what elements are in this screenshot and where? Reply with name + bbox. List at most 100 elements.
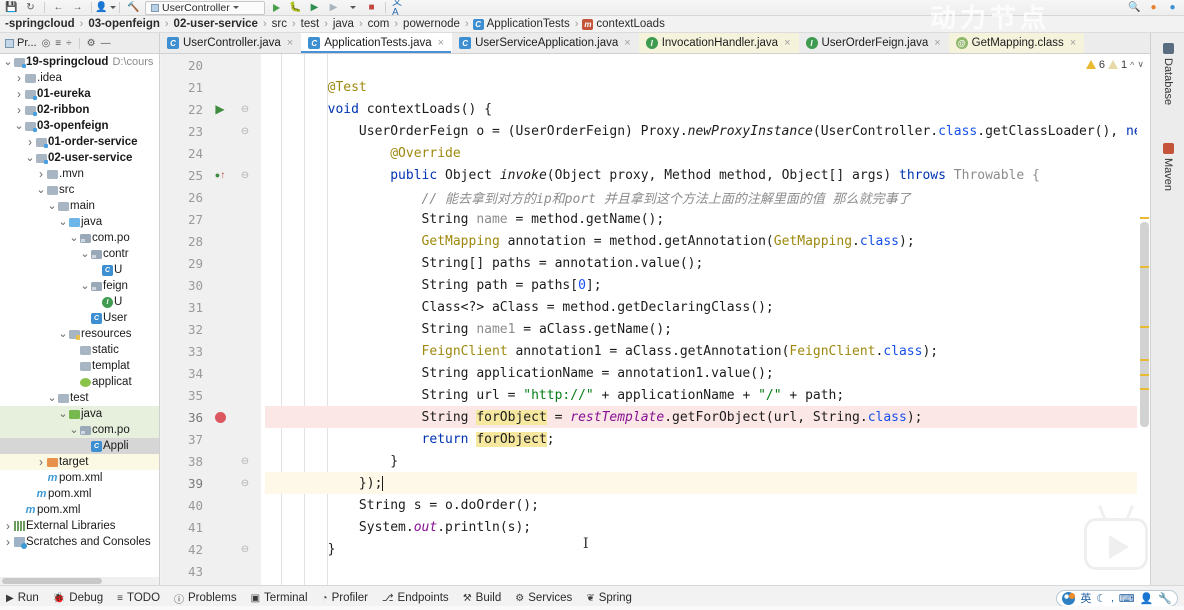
tree-node-feign[interactable]: ⌄ feign xyxy=(0,278,159,294)
breadcrumb-item-6[interactable]: com xyxy=(367,18,391,30)
tree-node-01-order-service[interactable]: › 01-order-service xyxy=(0,134,159,150)
code-fold-icon[interactable]: ⊖ xyxy=(237,120,253,142)
line-number[interactable]: 24 xyxy=(161,146,203,161)
line-number[interactable]: 34 xyxy=(161,366,203,381)
tree-node-external-libraries[interactable]: › External Libraries xyxy=(0,518,159,534)
tree-node-pom-xml[interactable]: m pom.xml xyxy=(0,486,159,502)
tree-node-test[interactable]: ⌄ test xyxy=(0,390,159,406)
line-number[interactable]: 28 xyxy=(161,234,203,249)
chevron-down-icon[interactable] xyxy=(345,1,360,15)
chevron-right-icon[interactable]: › xyxy=(36,167,46,181)
tree-node-templat[interactable]: templat xyxy=(0,358,159,374)
problem-marker[interactable] xyxy=(1140,359,1149,361)
tree-node--mvn[interactable]: › .mvn xyxy=(0,166,159,182)
line-number[interactable]: 27 xyxy=(161,212,203,227)
project-tree-panel[interactable]: ⌄ 19-springcloud D:\cours › .idea › 01-eureka ›… xyxy=(0,54,160,585)
chevron-down-icon[interactable]: ⌄ xyxy=(69,233,79,244)
code-line-26[interactable]: 26 // 能去拿到对方的ip和port 并且拿到这个方法上面的注解里面的值 那… xyxy=(161,186,1150,208)
line-number[interactable]: 38 xyxy=(161,454,203,469)
debug-icon[interactable]: 🐛 xyxy=(288,1,303,15)
tree-node-static[interactable]: static xyxy=(0,342,159,358)
line-number[interactable]: 22 xyxy=(161,102,203,117)
chevron-down-icon[interactable]: ⌄ xyxy=(36,185,46,196)
breadcrumb-item-0[interactable]: -springcloud xyxy=(4,18,76,30)
editor-tab-userorderfeign-java[interactable]: I UserOrderFeign.java × xyxy=(799,33,949,53)
code-fold-icon[interactable]: ⊖ xyxy=(237,450,253,472)
code-line-23[interactable]: 23 ⊖ UserOrderFeign o = (UserOrderFeign) … xyxy=(161,120,1150,142)
code-line-41[interactable]: 41 System. out .println(s); xyxy=(161,516,1150,538)
tree-node-java[interactable]: ⌄ java xyxy=(0,214,159,230)
line-number[interactable]: 41 xyxy=(161,520,203,535)
sync-icon[interactable]: ↻ xyxy=(23,1,38,15)
breadcrumb-item-2[interactable]: 02-user-service xyxy=(173,18,259,30)
status-bar-problems[interactable]: ⓘ Problems xyxy=(174,591,237,606)
chevron-right-icon[interactable]: › xyxy=(36,455,46,469)
line-number[interactable]: 26 xyxy=(161,190,203,205)
code-line-42[interactable]: 42 ⊖ } xyxy=(161,538,1150,560)
previous-problem-icon[interactable]: ^ xyxy=(1130,60,1134,70)
code-line-35[interactable]: 35 String url = "http://" + applicationN… xyxy=(161,384,1150,406)
breadcrumb-item-9[interactable]: m contextLoads xyxy=(582,18,665,30)
code-line-34[interactable]: 34 String applicationName = annotation1.… xyxy=(161,362,1150,384)
inspection-widget[interactable]: 6 1 ^ ∨ xyxy=(1083,56,1146,73)
tree-node-u[interactable]: CU xyxy=(0,262,159,278)
user-icon[interactable]: 👤 xyxy=(1140,592,1154,605)
code-line-29[interactable]: 29 String[] paths = annotation.value(); xyxy=(161,252,1150,274)
chevron-down-icon[interactable]: ⌄ xyxy=(58,409,68,420)
status-bar-run[interactable]: ▶ Run xyxy=(6,592,39,604)
close-icon[interactable]: × xyxy=(624,37,630,49)
ime-toolbar[interactable]: 英 ☾ ‚ ⌨ 👤 🔧 xyxy=(1056,589,1178,607)
code-line-31[interactable]: 31 Class<?> aClass = method.getDeclaring… xyxy=(161,296,1150,318)
close-icon[interactable]: × xyxy=(1070,37,1076,49)
save-icon[interactable]: 💾 xyxy=(4,1,19,15)
breadcrumb-item-3[interactable]: src xyxy=(271,18,288,30)
editor-tab-usercontroller-java[interactable]: C UserController.java × xyxy=(160,33,301,53)
code-fold-icon[interactable]: ⊖ xyxy=(237,472,253,494)
line-number[interactable]: 39 xyxy=(161,476,203,491)
chevron-down-icon[interactable]: ⌄ xyxy=(80,281,90,292)
chevron-down-icon[interactable]: ⌄ xyxy=(58,217,68,228)
chevron-right-icon[interactable]: › xyxy=(14,103,24,117)
tools-icon[interactable]: 🔧 xyxy=(1158,592,1172,605)
status-bar-debug[interactable]: 🐞 Debug xyxy=(53,592,103,604)
profile-icon[interactable]: 👤 xyxy=(95,1,116,15)
hide-icon[interactable]: — xyxy=(101,38,111,49)
code-line-33[interactable]: 33 FeignClient annotation1 = aClass.getA… xyxy=(161,340,1150,362)
status-bar-profiler[interactable]: ◔ Profiler xyxy=(322,592,368,604)
punctuation-icon[interactable]: ‚ xyxy=(1111,592,1113,604)
chevron-down-icon[interactable]: ⌄ xyxy=(25,153,35,164)
override-impl-icon[interactable]: ● ↑ xyxy=(209,164,231,186)
editor-tab-applicationtests-java[interactable]: C ApplicationTests.java × xyxy=(301,33,453,53)
translate-icon[interactable]: 文A xyxy=(392,0,407,15)
run-test-icon[interactable]: ▶ xyxy=(209,98,231,120)
chevron-down-icon[interactable]: ⌄ xyxy=(69,425,79,436)
status-bar-build[interactable]: ⚒ Build xyxy=(463,592,502,604)
breadcrumb-item-7[interactable]: powernode xyxy=(402,18,461,30)
code-editor[interactable]: 20 21 @Test 22 ▶ ⊖ void contextLoads() {23 ⊖ … xyxy=(161,54,1150,585)
breadcrumb-item-8[interactable]: C ApplicationTests xyxy=(472,18,571,30)
code-line-36[interactable]: 36 String forObject = restTemplate .getFo… xyxy=(161,406,1150,428)
project-tree-hscrollbar[interactable] xyxy=(0,577,159,585)
code-line-30[interactable]: 30 String path = paths[0]; xyxy=(161,274,1150,296)
status-bar-todo[interactable]: ≡ TODO xyxy=(117,592,160,604)
problem-marker[interactable] xyxy=(1140,217,1149,219)
problem-marker[interactable] xyxy=(1140,266,1149,268)
code-line-25[interactable]: 25 ● ↑ ⊖ public Object invoke (Object proxy,… xyxy=(161,164,1150,186)
code-line-24[interactable]: 24 @Override xyxy=(161,142,1150,164)
chevron-down-icon[interactable]: ⌄ xyxy=(58,329,68,340)
breakpoint-icon[interactable] xyxy=(209,406,231,428)
editor-tab-userserviceapplication-java[interactable]: C UserServiceApplication.java × xyxy=(452,33,639,53)
run-coverage-icon[interactable]: ▶ xyxy=(307,1,322,15)
back-arrow-icon[interactable]: ← xyxy=(51,1,66,15)
status-bar-services[interactable]: ⚙ Services xyxy=(515,592,572,604)
code-line-39[interactable]: 39 ⊖ }); xyxy=(161,472,1150,494)
code-line-20[interactable]: 20 xyxy=(161,54,1150,76)
next-problem-icon[interactable]: ∨ xyxy=(1137,59,1144,70)
tree-node-resources[interactable]: ⌄ resources xyxy=(0,326,159,342)
run-icon[interactable] xyxy=(269,1,284,15)
tree-node-contr[interactable]: ⌄ contr xyxy=(0,246,159,262)
tree-node-com-po[interactable]: ⌄ com.po xyxy=(0,422,159,438)
line-number[interactable]: 42 xyxy=(161,542,203,557)
code-line-21[interactable]: 21 @Test xyxy=(161,76,1150,98)
tree-node-01-eureka[interactable]: › 01-eureka xyxy=(0,86,159,102)
